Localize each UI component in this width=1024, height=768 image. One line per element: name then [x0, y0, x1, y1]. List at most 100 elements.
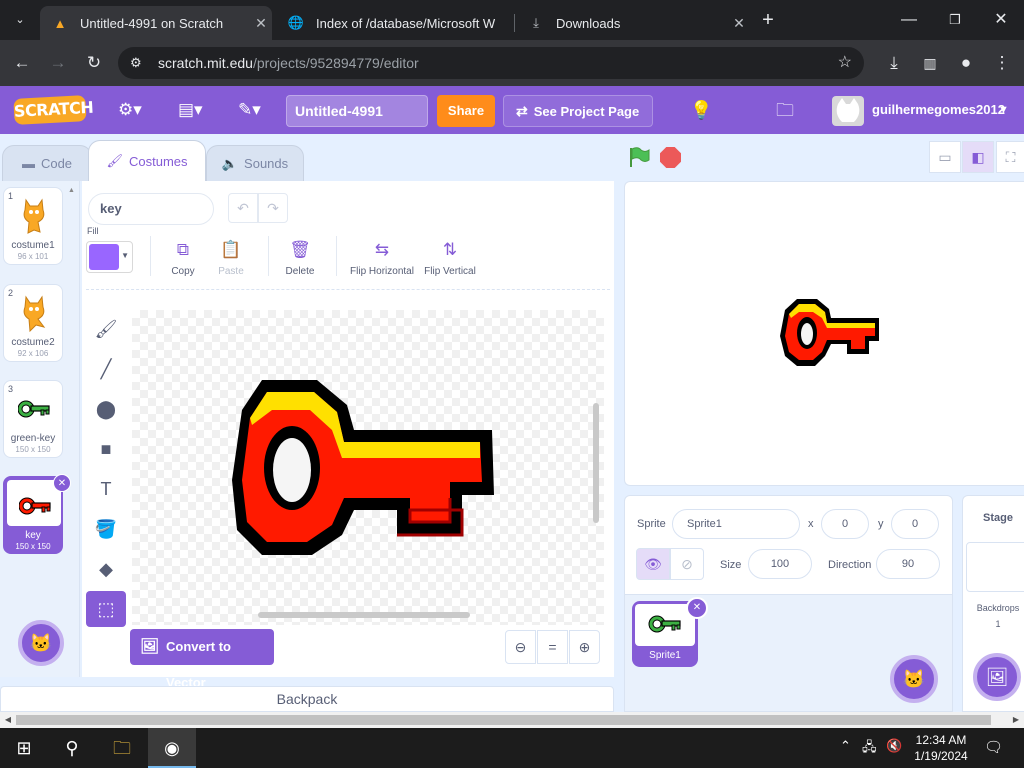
browser-menu-icon[interactable]: ⋮ [988, 49, 1016, 77]
fullscreen-icon[interactable]: ⛶ [996, 141, 1024, 173]
stage-canvas[interactable] [624, 181, 1024, 486]
backpack[interactable]: Backpack [0, 686, 614, 712]
costume-item-1[interactable]: 1 costume1 96 x 101 [3, 187, 63, 265]
redo-icon[interactable]: ↷ [258, 193, 288, 223]
undo-icon[interactable]: ↶ [228, 193, 258, 223]
close-tab-icon[interactable]: ✕ [728, 15, 750, 32]
delete-sprite-icon[interactable]: ✕ [686, 597, 708, 619]
sprite-name-input[interactable]: Sprite1 [672, 509, 800, 539]
costume-item-3[interactable]: 3 green-key 150 x 150 [3, 380, 63, 458]
brush-tool-icon[interactable]: 🖌 [86, 311, 126, 347]
zoom-reset-icon[interactable]: = [537, 630, 568, 664]
tab-search-icon[interactable]: ⌄ [6, 0, 34, 40]
bookmark-star-icon[interactable]: ☆ [838, 47, 852, 79]
scroll-left-icon[interactable]: ◀ [0, 712, 16, 728]
share-button[interactable]: Share [437, 95, 495, 127]
trash-icon: 🗑 [289, 240, 311, 259]
my-stuff-folder-icon[interactable]: 🗀 [776, 98, 794, 122]
user-avatar[interactable] [832, 96, 864, 126]
delete-button[interactable]: 🗑 Delete [269, 240, 331, 277]
url-bar[interactable]: ⚙ scratch.mit.edu/projects/952894779/edi… [118, 47, 864, 79]
username[interactable]: guilhermegomes2012 [872, 102, 1005, 117]
browser-tab-downloads[interactable]: ⤓ Downloads ✕ [516, 6, 750, 40]
fill-bucket-tool-icon[interactable]: 🪣 [86, 511, 126, 547]
paste-button[interactable]: 📋 Paste [200, 240, 262, 277]
line-tool-icon[interactable]: ╱ [86, 351, 126, 387]
stop-icon[interactable] [660, 147, 681, 168]
choose-costume-button[interactable]: 🐱 [18, 620, 64, 666]
close-tab-icon[interactable]: ✕ [250, 15, 272, 32]
delete-costume-icon[interactable]: ✕ [53, 474, 71, 492]
reload-icon[interactable]: ↻ [80, 49, 108, 77]
hide-sprite-icon[interactable]: ⊘ [670, 548, 704, 580]
network-icon[interactable]: 🖧 [862, 738, 877, 760]
scroll-right-icon[interactable]: ▶ [1008, 712, 1024, 728]
site-info-icon[interactable]: ⚙ [130, 47, 142, 79]
url-path: /projects/952894779/editor [252, 55, 419, 71]
costume-item-2[interactable]: 2 costume2 92 x 106 [3, 284, 63, 362]
volume-muted-icon[interactable]: 🔇 [886, 738, 902, 754]
y-input[interactable]: 0 [891, 509, 939, 539]
rectangle-tool-icon[interactable]: ■ [86, 431, 126, 467]
search-icon[interactable]: ⚲ [48, 728, 96, 768]
file-explorer-icon[interactable]: 🗀 [98, 728, 146, 768]
edit-menu-icon[interactable]: ✎▾ [238, 98, 261, 122]
tutorials-lightbulb-icon[interactable]: 💡 [690, 98, 712, 122]
tab-code[interactable]: ▬ Code [2, 145, 92, 181]
direction-input[interactable]: 90 [876, 549, 940, 579]
costume-name-input[interactable]: key [88, 193, 214, 225]
flip-vertical-button[interactable]: ⇅ Flip Vertical [418, 240, 482, 277]
project-title-input[interactable]: Untitled-4991 [286, 95, 428, 127]
see-project-page-button[interactable]: ⇄ See Project Page [503, 95, 653, 127]
file-menu-icon[interactable]: ▤▾ [178, 98, 203, 122]
costume-item-4-selected[interactable]: 4 key 150 x 150 ✕ [3, 474, 71, 554]
back-icon[interactable]: ← [8, 49, 36, 77]
tab-sounds[interactable]: 🔈 Sounds [206, 145, 304, 181]
downloads-icon[interactable]: ⤓ [880, 49, 908, 77]
settings-gear-icon[interactable]: ⚙▾ [118, 98, 142, 122]
side-panel-icon[interactable]: ▥ [916, 49, 944, 77]
fill-color-picker[interactable]: ▼ [86, 241, 133, 273]
show-sprite-eye-icon[interactable]: 👁 [636, 548, 670, 580]
canvas-vertical-scrollbar[interactable] [593, 403, 599, 523]
browser-tab-index[interactable]: 🌐 Index of /database/Microsoft W [276, 6, 512, 40]
windows-start-icon[interactable]: ⊞ [0, 728, 48, 768]
zoom-in-icon[interactable]: ⊕ [569, 630, 600, 664]
page-horizontal-scrollbar[interactable]: ◀ ▶ [0, 712, 1024, 728]
select-tool-icon[interactable]: ⬚ [86, 591, 126, 627]
green-flag-icon[interactable] [628, 146, 650, 168]
tab-costumes[interactable]: 🖌 Costumes [88, 140, 206, 181]
close-window-icon[interactable]: ✕ [986, 0, 1016, 40]
toolbar-divider [86, 289, 610, 290]
size-input[interactable]: 100 [748, 549, 812, 579]
choose-sprite-button[interactable]: 🐱 [890, 655, 938, 703]
costume-list-scrollbar[interactable]: ▲ [68, 187, 75, 657]
restore-icon[interactable]: ❐ [940, 0, 970, 40]
new-tab-icon[interactable]: + [756, 0, 780, 40]
convert-to-vector-button[interactable]: 🖼 Convert to Vector [130, 629, 274, 690]
chrome-icon[interactable]: ◉ [148, 728, 196, 768]
flip-horizontal-button[interactable]: ⇆ Flip Horizontal [344, 240, 420, 277]
copy-label: Copy [171, 266, 195, 277]
text-tool-icon[interactable]: T [86, 471, 126, 507]
zoom-out-icon[interactable]: ⊖ [505, 630, 536, 664]
canvas-horizontal-scrollbar[interactable] [258, 612, 470, 618]
small-stage-icon[interactable]: ▭ [929, 141, 961, 173]
circle-tool-icon[interactable]: ⬤ [86, 391, 126, 427]
scrollbar-thumb[interactable] [16, 715, 991, 725]
browser-tab-scratch[interactable]: ▲ Untitled-4991 on Scratch ✕ [40, 6, 272, 40]
taskbar-clock[interactable]: 12:34 AM 1/19/2024 [908, 732, 974, 764]
tray-chevron-up-icon[interactable]: ⌃ [840, 738, 851, 754]
forward-icon[interactable]: → [44, 49, 72, 77]
scratch-logo[interactable]: SCRATCH [13, 95, 94, 125]
choose-backdrop-button[interactable]: 🖼 [973, 653, 1021, 701]
notifications-icon[interactable]: 🗨 [984, 738, 1003, 756]
paint-canvas[interactable] [132, 310, 604, 625]
backdrops-count: 1 [995, 619, 1001, 629]
sprite-tile-sprite1[interactable]: Sprite1 ✕ [632, 597, 708, 667]
eraser-tool-icon[interactable]: ◆ [86, 551, 126, 587]
minimize-icon[interactable]: — [894, 0, 924, 40]
x-input[interactable]: 0 [821, 509, 869, 539]
profile-icon[interactable]: ● [952, 49, 980, 77]
normal-stage-icon[interactable]: ◧ [962, 141, 994, 173]
